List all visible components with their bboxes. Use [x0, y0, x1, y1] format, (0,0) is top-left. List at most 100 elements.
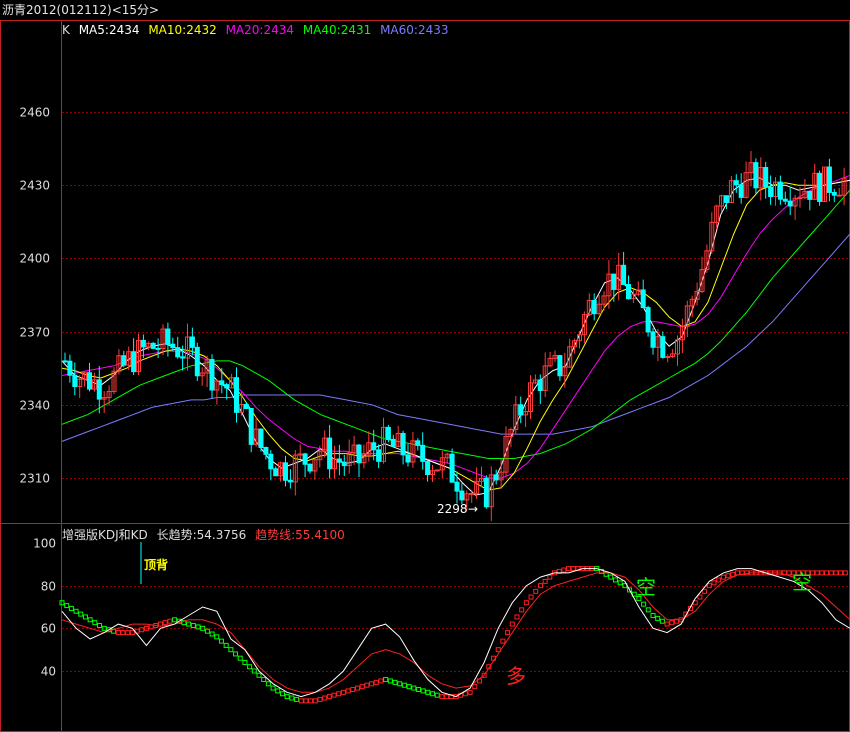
kdj-dot — [223, 642, 229, 648]
kdj-dot — [425, 689, 431, 695]
indicator-y-ticks: 40 60 80 100 — [33, 537, 56, 679]
buy-signal-label: 多 — [506, 664, 526, 688]
chart-canvas[interactable]: 231023402370240024302460 406080100 2298 … — [0, 0, 850, 732]
kdj-dot — [275, 688, 281, 694]
outer-frame — [0, 20, 850, 732]
candle-body — [140, 339, 146, 348]
candle-body — [72, 374, 78, 388]
kdj-dot — [392, 679, 398, 685]
candle-body — [420, 444, 426, 462]
candle-body — [273, 468, 279, 477]
kdj-dot — [336, 691, 342, 697]
candle-body — [302, 453, 308, 465]
candle-body — [724, 195, 729, 204]
kdj-dot — [547, 574, 553, 580]
kdj-dot — [186, 621, 192, 627]
ma5-line — [61, 177, 850, 496]
candle-body — [67, 360, 73, 376]
candle-body — [777, 181, 783, 200]
kdj-dot — [702, 588, 708, 594]
kdj-dot — [401, 682, 407, 688]
candle-body — [650, 331, 656, 348]
candle-body — [175, 347, 181, 358]
kdj-dot — [434, 692, 440, 698]
kdj-dot — [720, 574, 726, 580]
candle-body — [537, 379, 543, 392]
candle-body — [189, 336, 195, 348]
candle-body — [454, 481, 460, 492]
kdj-dot — [411, 685, 417, 691]
candle-body — [371, 442, 377, 451]
ma20-line — [61, 174, 850, 479]
kdj-dot — [279, 691, 285, 697]
kdj-dot — [505, 630, 511, 636]
kdj-dot — [711, 580, 717, 586]
kdj-dot — [645, 607, 651, 613]
kdj-dot — [415, 686, 421, 692]
candle-body — [390, 438, 396, 447]
kdj-dot — [308, 698, 314, 704]
kdj-dot — [359, 684, 365, 690]
candle-body — [258, 428, 264, 449]
kdj-dot — [655, 615, 661, 621]
candle-body — [268, 453, 274, 470]
kdj-dot — [500, 638, 506, 644]
kdj-dot — [256, 672, 262, 678]
kdj-dot — [730, 571, 736, 577]
kdj-dot — [383, 677, 389, 683]
kdj-dot — [716, 577, 722, 583]
kdj-dot — [228, 647, 234, 653]
kdj-dot — [537, 583, 543, 589]
kdj-dot — [340, 689, 346, 695]
kdj-dot — [97, 622, 103, 628]
kdj-dot — [570, 566, 576, 572]
kdj-dot — [233, 651, 239, 657]
candle-body — [209, 358, 215, 391]
kdj-dot — [509, 621, 515, 627]
kdj-dot — [378, 678, 384, 684]
kdj-dot — [284, 694, 290, 700]
kdj-dot — [158, 621, 163, 627]
kdj-dot — [641, 601, 647, 607]
kdj-dot — [514, 614, 520, 620]
ma60-line — [61, 233, 850, 442]
kdj-dot — [237, 655, 243, 661]
kdj-dot — [523, 600, 529, 606]
candle-body — [797, 197, 803, 200]
candle-body — [415, 440, 421, 446]
candle-body — [248, 408, 254, 445]
top-divergence-label: 顶背 — [144, 557, 168, 572]
candle-body — [307, 463, 313, 472]
indicator-grid — [62, 586, 850, 672]
kdj-dot — [167, 618, 173, 624]
candle-body — [817, 172, 823, 202]
indicator-tick-label: 100 — [33, 537, 56, 551]
kdj-dot — [528, 594, 534, 600]
kdj-dot — [533, 588, 539, 594]
candle-body — [356, 444, 362, 464]
kdj-dot — [828, 570, 834, 576]
kdj-dot — [439, 694, 445, 700]
kdj-dot — [608, 574, 614, 580]
price-tick-label: 2340 — [19, 399, 50, 413]
price-tick-label: 2460 — [19, 106, 50, 120]
indicator-tick-label: 60 — [41, 622, 56, 636]
kdj-dot — [322, 695, 328, 701]
kdj-dot — [561, 567, 567, 573]
kdj-dot — [350, 686, 356, 692]
kdj-dot — [162, 620, 168, 626]
kdj-dot — [824, 570, 830, 576]
kdj-dot — [64, 603, 70, 609]
kdj-dot — [294, 696, 300, 702]
candle-body — [400, 432, 406, 456]
candle-body — [640, 289, 646, 309]
kdj-dot — [289, 695, 295, 701]
kdj-dot — [270, 685, 276, 691]
kdj-dot — [247, 664, 253, 670]
candle-body — [483, 477, 489, 508]
candle-body — [782, 198, 788, 202]
candle-body — [263, 447, 269, 455]
kdj-dot — [617, 580, 623, 586]
kdj-dot — [68, 605, 74, 611]
kdj-dot — [472, 684, 478, 690]
